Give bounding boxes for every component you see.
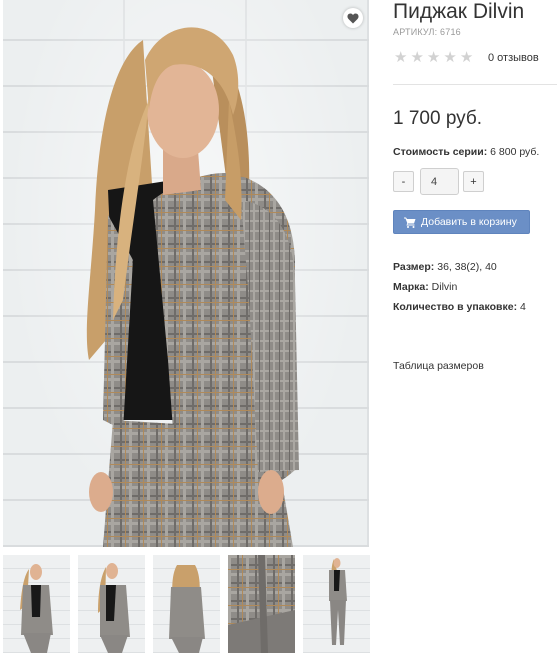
reviews-link[interactable]: 0 отзывов [488, 52, 539, 64]
divider [393, 84, 557, 85]
add-to-cart-label: Добавить в корзину [421, 216, 517, 228]
prop-size: Размер: 36, 38(2), 40 [393, 257, 526, 277]
star-icon[interactable]: ★ [410, 50, 423, 65]
thumbnail-front-view[interactable] [3, 555, 70, 653]
main-product-image[interactable] [3, 0, 369, 547]
product-price: 1 700 руб. [393, 108, 483, 129]
prop-brand-value: Dilvin [431, 281, 458, 293]
thumbnail-back-view[interactable] [153, 555, 220, 653]
cart-icon [404, 217, 416, 228]
thumbnail-front-view-2[interactable] [78, 555, 145, 653]
product-title: Пиджак Dilvin [393, 0, 525, 23]
product-sku: АРТИКУЛ: 6716 [393, 27, 461, 37]
prop-brand: Марка: Dilvin [393, 277, 526, 297]
prop-pack: Количество в упаковке: 4 [393, 297, 526, 317]
add-to-cart-button[interactable]: Добавить в корзину [393, 210, 530, 234]
prop-brand-label: Марка: [393, 281, 429, 293]
model-figure [86, 27, 299, 547]
quantity-stepper: - + [393, 168, 484, 195]
series-price: Стоимость серии: 6 800 руб. [393, 146, 539, 158]
prop-pack-value: 4 [520, 301, 526, 313]
series-price-label: Стоимость серии: [393, 146, 488, 158]
star-icon[interactable]: ★ [427, 50, 440, 65]
heart-icon [347, 13, 359, 23]
star-icon[interactable]: ★ [394, 50, 407, 65]
size-table-link[interactable]: Таблица размеров [393, 360, 484, 372]
star-icon[interactable]: ★ [443, 50, 456, 65]
rating-stars[interactable]: ★ ★ ★ ★ ★ [394, 50, 473, 65]
series-price-value: 6 800 руб. [490, 146, 540, 158]
product-properties: Размер: 36, 38(2), 40 Марка: Dilvin Коли… [393, 257, 526, 317]
prop-pack-label: Количество в упаковке: [393, 301, 518, 313]
qty-decrease-button[interactable]: - [393, 171, 414, 192]
qty-increase-button[interactable]: + [463, 171, 484, 192]
thumbnail-strip [3, 555, 373, 653]
prop-size-value: 36, 38(2), 40 [437, 261, 497, 273]
quantity-input[interactable] [420, 168, 459, 195]
thumbnail-full-length-view[interactable] [303, 555, 370, 653]
wishlist-button[interactable] [343, 8, 363, 28]
star-icon[interactable]: ★ [460, 50, 473, 65]
prop-size-label: Размер: [393, 261, 435, 273]
thumbnail-fabric-closeup[interactable] [228, 555, 295, 653]
